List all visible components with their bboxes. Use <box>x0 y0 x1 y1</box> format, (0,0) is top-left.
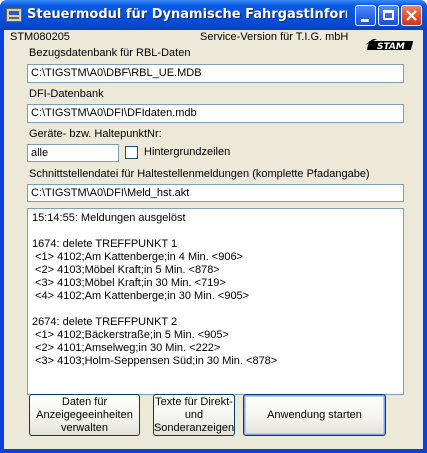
minimize-button[interactable] <box>355 5 376 26</box>
log-line: <2> 4101;Amselweg;in 30 Min. <222> <box>32 342 221 354</box>
start-application-button[interactable]: Anwendung starten <box>243 394 386 436</box>
direct-special-texts-button[interactable]: Texte für Direkt- und Sonderanzeigen <box>153 394 235 436</box>
log-line: <3> 4103;Möbel Kraft;in 30 Min. <719> <box>32 277 226 289</box>
close-icon <box>406 10 417 21</box>
log-line: <2> 4103;Möbel Kraft;in 5 Min. <878> <box>32 264 220 276</box>
schnittstelle-label: Schnittstellendatei für Haltestellenmeld… <box>29 168 370 180</box>
geraete-label: Geräte- bzw. HaltepunktNr: <box>29 128 162 140</box>
log-line: <1> 4102;Bäckerstraße;in 5 Min. <905> <box>32 329 229 341</box>
log-line: 15:14:55: Meldungen ausgelöst <box>32 212 186 224</box>
message-log[interactable]: 15:14:55: Meldungen ausgelöst 1674: dele… <box>27 208 404 395</box>
log-line: <4> 4102;Am Kattenberge;in 30 Min. <905> <box>32 290 250 302</box>
rbl-db-label: Bezugsdatenbank für RBL-Daten <box>29 47 191 59</box>
log-line: <3> 4103;Holm-Seppensen Süd;in 30 Min. <… <box>32 355 278 367</box>
svg-text:STAM: STAM <box>377 42 405 52</box>
application-window: Steuermodul für Dynamische FahrgastInfor… <box>0 0 427 453</box>
log-line: 1674: delete TREFFPUNKT 1 <box>32 238 178 250</box>
hintergrund-label: Hintergrundzeilen <box>144 146 231 158</box>
dfi-db-label: DFI-Datenbank <box>29 88 104 100</box>
module-code: STM080205 <box>10 31 70 43</box>
rbl-db-field[interactable]: C:\TIGSTM\A0\DBF\RBL_UE.MDB <box>27 64 404 83</box>
app-icon <box>6 8 22 22</box>
close-button[interactable] <box>401 5 422 26</box>
window-title: Steuermodul für Dynamische FahrgastInfor… <box>27 7 347 22</box>
log-line: 2674: delete TREFFPUNKT 2 <box>32 316 178 328</box>
log-line: <1> 4102;Am Kattenberge;in 4 Min. <906> <box>32 251 243 263</box>
manage-display-units-button[interactable]: Daten für Anzeigegeeinheiten verwalten <box>29 394 140 436</box>
main-panel: STM080205 Service-Version für T.I.G. mbH… <box>4 30 423 449</box>
dfi-db-field[interactable]: C:\TIGSTM\A0\DFI\DFIdaten.mdb <box>27 104 404 123</box>
stam-logo: STAM <box>365 39 414 52</box>
maximize-button[interactable] <box>378 5 399 26</box>
title-bar[interactable]: Steuermodul für Dynamische FahrgastInfor… <box>0 0 427 30</box>
hintergrund-checkbox[interactable] <box>125 146 138 159</box>
version-label: Service-Version für T.I.G. mbH <box>200 31 349 43</box>
schnittstelle-field[interactable]: C:\TIGSTM\A0\DFI\Meld_hst.akt <box>27 184 404 202</box>
geraete-field[interactable]: alle <box>27 144 119 162</box>
